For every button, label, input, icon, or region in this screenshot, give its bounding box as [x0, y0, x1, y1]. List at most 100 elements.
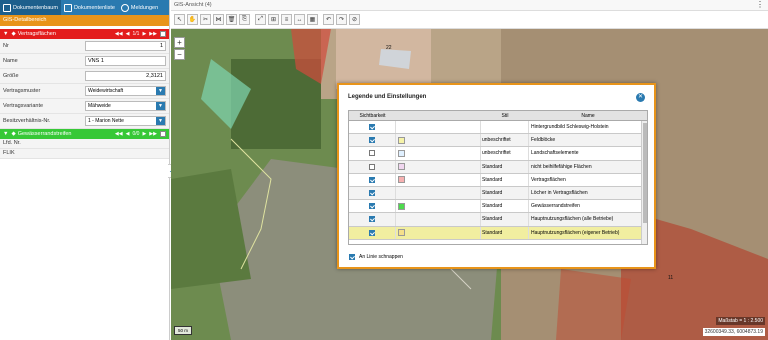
last-icon[interactable]: ▶▶ — [149, 31, 157, 37]
bar-label: Gewässerrandstreifen — [17, 131, 72, 137]
zoom-extent-icon[interactable]: ⤢ — [255, 14, 266, 25]
style-cell[interactable] — [481, 121, 529, 134]
select-tool-icon[interactable]: ↖ — [174, 14, 185, 25]
style-cell[interactable]: unbeschriftet — [481, 147, 529, 160]
merge-tool-icon[interactable]: ⋈ — [213, 14, 224, 25]
visibility-checkbox[interactable] — [369, 150, 375, 157]
name-input[interactable]: VNS 1 — [85, 56, 166, 66]
first-icon[interactable]: ◀◀ — [115, 131, 123, 137]
table-row[interactable]: Hintergrundbild Schleswig-Holstein — [349, 121, 647, 135]
split-tool-icon[interactable]: ✂ — [200, 14, 211, 25]
legend-swatch-icon — [398, 229, 405, 237]
grid-icon[interactable]: ▦ — [307, 14, 318, 25]
first-icon[interactable]: ◀◀ — [115, 31, 123, 37]
tab-meldungen[interactable]: Meldungen — [118, 0, 161, 15]
layer-name: Vertragsflächen — [531, 176, 566, 183]
legend-swatch-icon — [398, 176, 405, 184]
style-cell[interactable]: Standard — [481, 226, 529, 239]
align-icon[interactable]: ≡ — [281, 14, 292, 25]
table-row[interactable]: unbeschriftet Landschaftselemente — [349, 147, 647, 161]
visibility-checkbox[interactable] — [369, 203, 375, 210]
undo-icon[interactable]: ↶ — [323, 14, 334, 25]
next-icon[interactable]: ▶ — [142, 131, 146, 137]
visibility-checkbox[interactable] — [369, 216, 375, 223]
layer-name: Hauptnutzungsflächen (eigener Betrieb) — [531, 229, 620, 236]
gewaesserrandstreifen-bar[interactable]: ▼ ◆ Gewässerrandstreifen ◀◀ ◀ 0/0 ▶ ▶▶ — [0, 129, 169, 139]
chevron-down-icon[interactable]: ▼ — [156, 102, 165, 110]
zoom-layer-icon[interactable]: ⊞ — [268, 14, 279, 25]
tab-dokumentenliste[interactable]: Dokumentenliste — [61, 0, 118, 15]
close-icon[interactable]: ✕ — [636, 93, 645, 102]
table-row[interactable]: Standard Hauptnutzungsflächen (eigener Be… — [349, 226, 647, 240]
stop-icon[interactable]: ⊘ — [349, 14, 360, 25]
visibility-checkbox[interactable] — [369, 176, 375, 183]
bar-checkbox[interactable] — [160, 31, 166, 37]
layer-name: Gewässerrandstreifen — [531, 203, 580, 210]
vertragsmuster-select[interactable]: Weidewirtschaft ▼ — [85, 86, 166, 96]
visibility-checkbox[interactable] — [369, 124, 375, 131]
style-cell[interactable]: Standard — [481, 213, 529, 226]
zoom-in-button[interactable]: + — [174, 37, 185, 48]
tree-icon — [3, 3, 11, 12]
style-cell[interactable]: Standard — [481, 173, 529, 186]
zoom-controls: + − — [174, 37, 185, 61]
vertragsvariante-select[interactable]: Mähweide ▼ — [85, 101, 166, 111]
groesse-input[interactable]: 2,3121 — [85, 71, 166, 81]
last-icon[interactable]: ▶▶ — [149, 131, 157, 137]
list-icon — [63, 3, 72, 12]
besitz-select[interactable]: 1 - Marion Nette ▼ — [85, 116, 166, 126]
tab-dokumentenbaum[interactable]: Dokumentenbaum — [0, 0, 61, 15]
visibility-checkbox[interactable] — [369, 229, 375, 236]
redo-icon[interactable]: ↷ — [336, 14, 347, 25]
chevron-down-icon[interactable]: ▼ — [3, 31, 8, 37]
table-row[interactable]: unbeschriftet Feldblöcke — [349, 134, 647, 148]
visibility-checkbox[interactable] — [369, 137, 375, 144]
bar-label: Vertragsflächen — [17, 31, 56, 37]
visibility-checkbox[interactable] — [369, 163, 375, 170]
style-cell[interactable]: Standard — [481, 200, 529, 213]
style-cell[interactable]: Standard — [481, 186, 529, 200]
table-row[interactable]: Standard Löcher in Vertragsflächen — [349, 186, 647, 201]
delete-tool-icon[interactable]: 🗑 — [226, 14, 237, 25]
prev-icon[interactable]: ◀ — [126, 131, 130, 137]
layer-name: Hintergrundbild Schleswig-Holstein — [531, 124, 609, 131]
table-row[interactable]: Standard Hauptnutzungsflächen (alle Betri… — [349, 213, 647, 227]
more-icon[interactable]: ⋮ — [756, 0, 764, 9]
style-cell[interactable]: unbeschriftet — [481, 134, 529, 147]
bar-checkbox[interactable] — [160, 131, 166, 137]
chevron-down-icon[interactable]: ▼ — [3, 131, 8, 137]
table-row[interactable]: Standard nicht beihilfefähige Flächen — [349, 160, 647, 174]
layer-icon: ◆ — [11, 131, 16, 137]
chevron-down-icon[interactable]: ▼ — [156, 117, 165, 125]
prev-icon[interactable]: ◀ — [126, 31, 130, 37]
style-cell[interactable]: Standard — [481, 160, 529, 173]
chevron-down-icon[interactable]: ▼ — [156, 87, 165, 95]
scrollbar[interactable] — [641, 121, 647, 244]
field-name: Name VNS 1 — [0, 54, 169, 69]
vertragsflaechen-bar[interactable]: ▼ ◆ Vertragsflächen ◀◀ ◀ 1/1 ▶ ▶▶ — [0, 29, 169, 39]
next-icon[interactable]: ▶ — [142, 31, 146, 37]
layer-name: Löcher in Vertragsflächen — [531, 190, 588, 197]
layer-name: nicht beihilfefähige Flächen — [531, 163, 592, 170]
nr-input[interactable]: 1 — [85, 41, 166, 51]
pager: 0/0 — [132, 131, 140, 137]
field-vertragsmuster: Vertragsmuster Weidewirtschaft ▼ — [0, 84, 169, 99]
zoom-out-button[interactable]: − — [174, 49, 185, 60]
table-row[interactable]: Standard Vertragsflächen — [349, 173, 647, 187]
field-vertragsvariante: Vertragsvariante Mähweide ▼ — [0, 99, 169, 114]
left-panel: Dokumentenbaum Dokumentenliste Meldungen… — [0, 0, 170, 340]
snap-checkbox[interactable] — [349, 254, 355, 260]
visibility-checkbox[interactable] — [369, 190, 375, 197]
pan-tool-icon[interactable]: ✋ — [187, 14, 198, 25]
flik-label: FLIK — [0, 149, 169, 159]
map-title: GIS-Ansicht (4) ⋮ — [171, 0, 768, 11]
legend-header: Sichtbarkeit Stil Name — [349, 111, 647, 121]
pager: 1/1 — [132, 31, 140, 37]
scale-bar: 50 m — [174, 326, 193, 335]
measure-icon[interactable]: ↔ — [294, 14, 305, 25]
map-coordinates: 32600349.33, 6004873.19 — [702, 328, 765, 336]
field-groesse: Größe 2,3121 — [0, 69, 169, 84]
table-row[interactable]: Standard Gewässerrandstreifen — [349, 200, 647, 214]
snap-option[interactable]: An Linie schnappen — [349, 254, 403, 260]
copy-tool-icon[interactable]: ⎘ — [239, 14, 250, 25]
